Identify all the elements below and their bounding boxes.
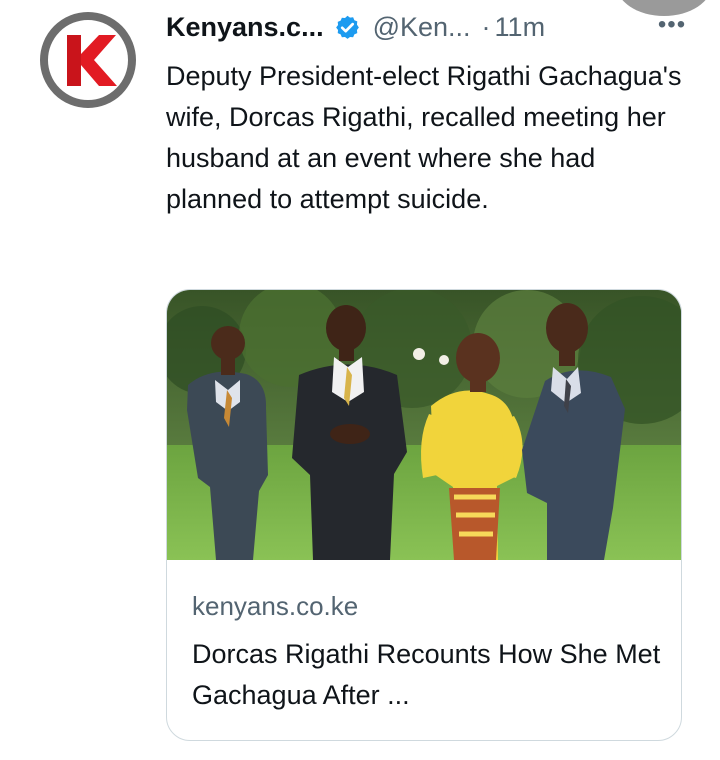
card-domain[interactable]: kenyans.co.ke <box>192 591 358 622</box>
tweet-header: Kenyans.c... @Ken... · 11m <box>166 8 686 46</box>
avatar[interactable] <box>36 8 140 112</box>
link-preview-card[interactable]: kenyans.co.ke Dorcas Rigathi Recounts Ho… <box>166 289 682 741</box>
card-title[interactable]: Dorcas Rigathi Recounts How She Met Gach… <box>192 634 662 716</box>
separator-dot: · <box>481 11 491 42</box>
more-options-icon[interactable]: ••• <box>654 13 690 37</box>
timestamp[interactable]: 11m <box>495 12 546 43</box>
tweet[interactable]: Kenyans.c... @Ken... · 11m ••• Deputy Pr… <box>0 0 720 760</box>
group-photo-four-people <box>167 290 681 560</box>
display-name[interactable]: Kenyans.c... <box>166 12 324 43</box>
card-image[interactable] <box>167 290 681 560</box>
verified-badge-icon <box>334 14 361 41</box>
user-handle[interactable]: @Ken... <box>373 12 471 43</box>
kenyans-k-logo-icon <box>37 9 139 111</box>
tweet-text: Deputy President-elect Rigathi Gachagua'… <box>166 61 682 214</box>
